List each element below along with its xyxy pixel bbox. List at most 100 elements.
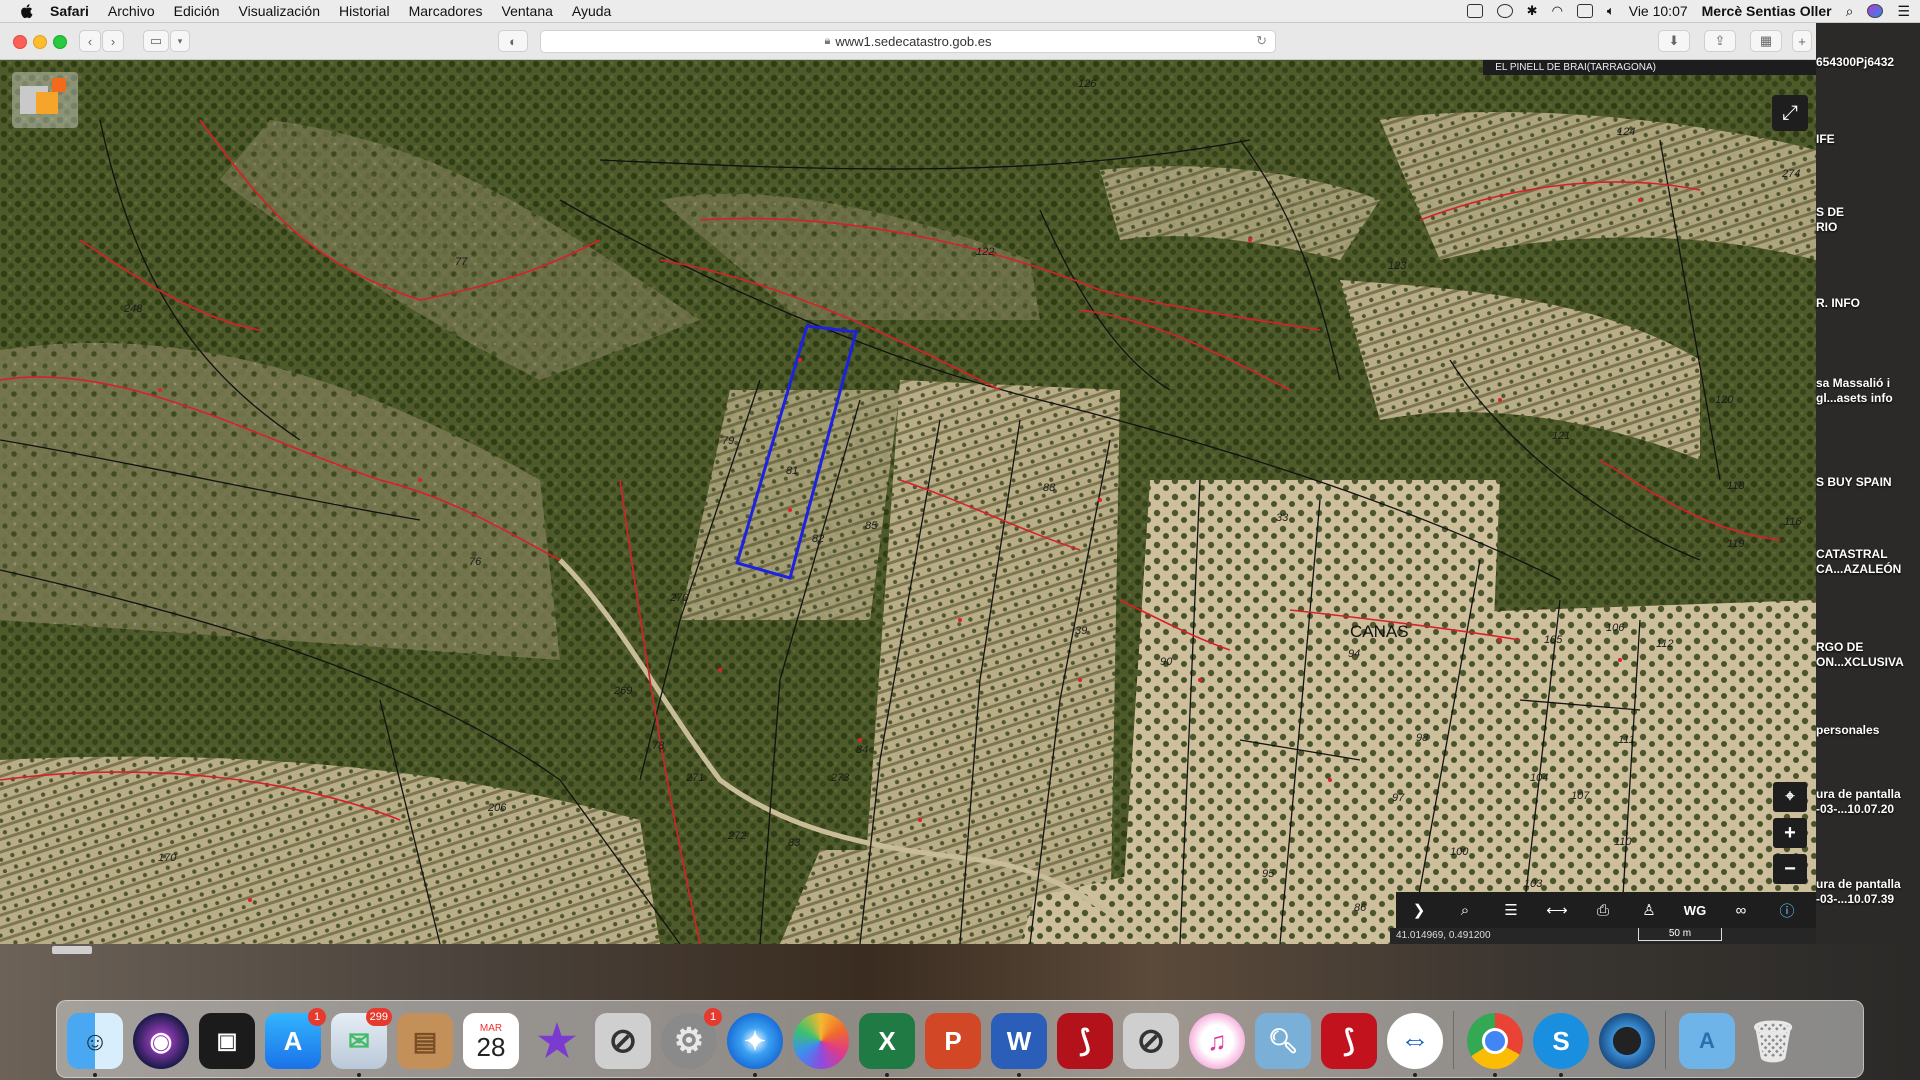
blocked-app-icon[interactable]: ⊘ — [595, 1013, 651, 1069]
word-icon[interactable]: W — [991, 1013, 1047, 1077]
quicktime-icon[interactable] — [1599, 1013, 1655, 1069]
itunes-icon[interactable]: ♫ — [1189, 1013, 1245, 1069]
zoom-in-button[interactable]: + — [1773, 818, 1807, 848]
apple-menu-icon[interactable] — [18, 2, 36, 20]
desktop-file-label[interactable]: R. INFO — [1816, 296, 1920, 311]
share-button[interactable]: ⇪ — [1704, 30, 1736, 52]
preview-icon[interactable]: 🔍︎ — [1255, 1013, 1311, 1069]
new-tab-button[interactable]: + — [1792, 30, 1812, 52]
menu-ayuda[interactable]: Ayuda — [572, 3, 611, 19]
tabs-overview-button[interactable]: ▦ — [1750, 30, 1782, 52]
safari-icon[interactable]: ✦ — [727, 1013, 783, 1077]
contacts-icon[interactable]: ▤ — [397, 1013, 453, 1069]
excel-icon[interactable]: X — [859, 1013, 915, 1077]
pegman-icon[interactable]: ♙ — [1626, 901, 1672, 919]
teamviewer-icon[interactable]: ⇔ — [1387, 1013, 1443, 1077]
parcel-label: 274 — [1782, 168, 1801, 180]
menu-historial[interactable]: Historial — [339, 3, 390, 19]
print-icon[interactable]: ⎙ — [1580, 902, 1626, 919]
window-resize-handle[interactable] — [52, 946, 92, 954]
system-preferences-icon[interactable]: ⚙ 1 — [661, 1008, 722, 1069]
binoculars-icon[interactable]: ∞ — [1718, 902, 1764, 919]
notification-center-icon[interactable]: ☰ — [1897, 3, 1910, 20]
desktop-file-label[interactable]: IFE — [1816, 132, 1920, 147]
user-name[interactable]: Mercè Sentias Oller — [1702, 3, 1832, 19]
menu-ventana[interactable]: Ventana — [502, 3, 553, 19]
word-letter: W — [1006, 1025, 1032, 1056]
url-text: www1.sedecatastro.gob.es — [835, 34, 992, 49]
privacy-shield-button[interactable]: ◐ — [498, 30, 528, 52]
photos-icon[interactable] — [793, 1013, 849, 1069]
photo-booth-icon[interactable]: ▣ — [199, 1013, 255, 1069]
volume-icon[interactable]: 🔈︎ — [1607, 3, 1615, 19]
menu-archivo[interactable]: Archivo — [108, 3, 155, 19]
wifi-icon[interactable]: ◠ — [1552, 3, 1563, 19]
catastro-logo-icon — [20, 78, 66, 114]
running-indicator — [1017, 1073, 1021, 1077]
spotlight-icon[interactable]: ⌕ — [1846, 3, 1854, 20]
close-window-button[interactable] — [13, 35, 27, 49]
running-indicator — [1413, 1073, 1417, 1077]
zoom-out-button[interactable]: − — [1773, 854, 1807, 884]
menu-app-name[interactable]: Safari — [50, 3, 89, 19]
desktop-file-label[interactable]: S DE RIO — [1816, 205, 1920, 235]
desktop-file-label[interactable]: RGO DE ON...XCLUSIVA — [1816, 640, 1920, 670]
skype-icon[interactable]: S — [1533, 1013, 1589, 1077]
sidebar-button[interactable]: ▭ — [143, 30, 169, 52]
cadastre-map[interactable]: 126 124 274 77 122 123 248 79 81 82 85 8… — [0, 60, 1816, 944]
desktop-file-label[interactable]: S BUY SPAIN — [1816, 475, 1920, 490]
minimize-window-button[interactable] — [33, 35, 47, 49]
back-button[interactable]: ‹ — [79, 30, 101, 52]
forward-button[interactable]: › — [102, 30, 124, 52]
info-icon[interactable]: ⓘ — [1764, 900, 1810, 921]
menu-edicion[interactable]: Edición — [174, 3, 220, 19]
acrobat-reader-icon[interactable]: ⟆ — [1321, 1013, 1377, 1069]
search-icon[interactable]: ⌕ — [1442, 902, 1488, 919]
finder-icon[interactable]: ☺ — [67, 1013, 123, 1077]
wms-icon[interactable]: WG — [1672, 903, 1718, 918]
siri-menu-icon[interactable] — [1867, 4, 1884, 18]
fullscreen-button[interactable]: ⤢ — [1772, 95, 1808, 131]
menu-visualizacion[interactable]: Visualización — [239, 3, 320, 19]
parcel-label: 119 — [1727, 538, 1745, 550]
parcel-label: 269 — [614, 685, 633, 697]
measure-icon[interactable]: ⟷ — [1534, 901, 1580, 919]
mail-icon[interactable]: ✉ 299 — [331, 1008, 392, 1077]
layers-icon[interactable]: ☰ — [1488, 901, 1534, 919]
powerpoint-icon[interactable]: P — [925, 1013, 981, 1069]
display-icon[interactable] — [1576, 4, 1593, 18]
downloads-button[interactable]: ⬇ — [1658, 30, 1690, 52]
screen-icon[interactable] — [1466, 4, 1483, 18]
menu-marcadores[interactable]: Marcadores — [409, 3, 483, 19]
calendar-icon[interactable]: MAR 28 — [463, 1013, 519, 1069]
desktop-file-label[interactable]: sa Massalió i gl...asets info — [1816, 376, 1920, 406]
siri-icon[interactable]: ◉ — [133, 1013, 189, 1069]
parcel-label: 271 — [686, 772, 705, 784]
chevron-right-icon[interactable]: ❯ — [1396, 901, 1442, 919]
parcel-label: 106 — [1606, 622, 1625, 634]
trash-icon[interactable]: 🗑︎ — [1745, 1013, 1801, 1069]
parcel-label: 33 — [1276, 512, 1289, 524]
address-bar[interactable]: 🔒︎ www1.sedecatastro.gob.es ↻ — [540, 30, 1276, 53]
desktop-file-label[interactable]: CATASTRAL CA...AZALEÓN — [1816, 547, 1920, 577]
bluetooth-icon[interactable]: ✱ — [1527, 3, 1538, 19]
parcel-label: 126 — [1078, 78, 1097, 90]
sidebar-chevron-button[interactable]: ▾ — [170, 30, 190, 52]
time-machine-icon[interactable] — [1496, 4, 1513, 18]
recenter-button[interactable]: ⌖ — [1773, 782, 1807, 812]
imovie-icon[interactable]: ★ — [529, 1013, 585, 1069]
desktop-file-label[interactable]: 654300Pj6432 — [1816, 55, 1920, 70]
desktop-file-label[interactable]: ura de pantalla -03-...10.07.20 — [1816, 787, 1920, 817]
notification-badge: 1 — [308, 1008, 326, 1026]
clock[interactable]: Vie 10:07 — [1629, 3, 1688, 19]
applications-folder-icon[interactable]: A — [1679, 1013, 1735, 1069]
reload-icon[interactable]: ↻ — [1256, 33, 1267, 49]
zoom-window-button[interactable] — [53, 35, 67, 49]
blocked-app-2-icon[interactable]: ⊘ — [1123, 1013, 1179, 1069]
desktop-file-label[interactable]: personales — [1816, 723, 1920, 738]
chrome-icon[interactable] — [1467, 1013, 1523, 1077]
acrobat-icon[interactable]: ⟆ — [1057, 1013, 1113, 1069]
app-store-icon[interactable]: A1 — [265, 1008, 326, 1069]
desktop-file-label[interactable]: ura de pantalla -03-...10.07.39 — [1816, 877, 1920, 907]
catastro-logo[interactable] — [12, 72, 78, 128]
